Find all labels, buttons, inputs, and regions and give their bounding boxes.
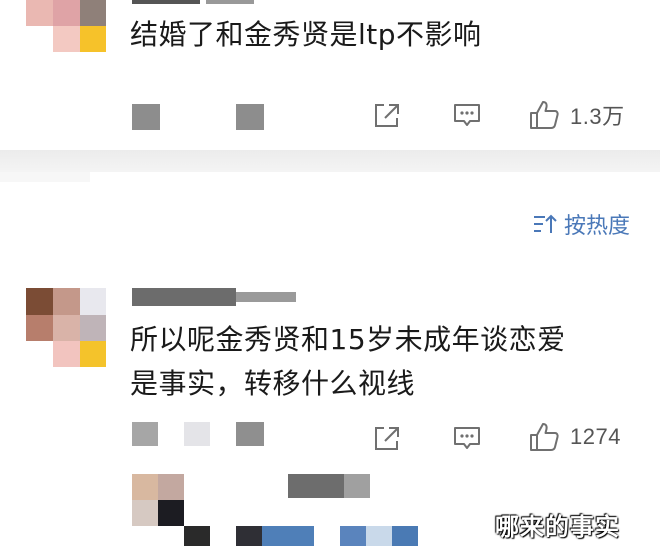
like-count: 1274	[570, 424, 621, 449]
avatar-mosaic-tile	[158, 474, 184, 500]
avatar-mosaic-tile	[80, 26, 106, 52]
sort-by-hot-button[interactable]: 按热度	[532, 208, 630, 240]
username-blur	[132, 0, 200, 4]
username-blur	[344, 474, 370, 498]
divider-shadow	[0, 172, 90, 182]
comment-text: 结婚了和金秀贤是ltp不影响	[130, 18, 482, 51]
share-icon	[375, 427, 399, 450]
sort-icon	[533, 214, 557, 233]
username-blur	[132, 288, 236, 306]
watermark-caption: 哪来的事实	[495, 513, 620, 541]
meta-blur	[184, 422, 210, 446]
comment-feed: 结婚了和金秀贤是ltp不影响 1.3万 按热度 所以呢金秀贤和15岁未成年谈恋爱…	[0, 0, 660, 546]
like-button[interactable]: 1274	[528, 421, 621, 453]
avatar-mosaic-tile	[26, 315, 53, 341]
avatar-mosaic-tile	[53, 315, 80, 341]
section-divider	[0, 150, 660, 172]
avatar-mosaic-tile	[80, 315, 106, 341]
avatar-mosaic-tile	[53, 341, 80, 367]
avatar-mosaic-tile	[53, 26, 80, 52]
content-blur	[262, 526, 314, 546]
meta-blur	[236, 104, 264, 130]
comment-icon	[454, 104, 480, 126]
content-blur	[340, 526, 366, 546]
username-blur	[206, 0, 254, 4]
avatar-mosaic-tile	[80, 0, 106, 26]
username-blur	[236, 292, 296, 302]
meta-blur	[132, 422, 158, 446]
comment-icon	[454, 427, 480, 449]
avatar-mosaic-tile	[132, 500, 158, 526]
share-button[interactable]	[372, 101, 402, 129]
avatar-mosaic-tile	[158, 500, 184, 526]
avatar-mosaic-tile	[26, 0, 53, 26]
username-blur	[288, 474, 344, 498]
like-button[interactable]: 1.3万	[528, 99, 625, 131]
meta-blur	[236, 422, 264, 446]
avatar-mosaic-tile	[132, 474, 158, 500]
share-button[interactable]	[372, 424, 402, 452]
share-icon	[375, 104, 399, 127]
thumbs-up-icon	[530, 101, 559, 129]
sort-label: 按热度	[563, 214, 630, 239]
avatar-mosaic-tile	[80, 288, 106, 315]
reply-button[interactable]	[452, 424, 482, 452]
avatar-mosaic-tile	[80, 341, 106, 367]
meta-blur	[132, 104, 160, 130]
like-count: 1.3万	[570, 104, 625, 129]
content-blur	[236, 526, 262, 546]
content-blur	[366, 526, 392, 546]
reply-button[interactable]	[452, 101, 482, 129]
comment-text-line-1: 所以呢金秀贤和15岁未成年谈恋爱	[130, 323, 566, 356]
avatar-mosaic-tile	[26, 288, 53, 315]
avatar-mosaic-tile	[184, 526, 210, 546]
comment-text-line-2: 是事实，转移什么视线	[130, 367, 416, 400]
content-blur	[392, 526, 418, 546]
thumbs-up-icon	[530, 423, 559, 451]
avatar-mosaic-tile	[53, 288, 80, 315]
avatar-mosaic-tile	[53, 0, 80, 26]
